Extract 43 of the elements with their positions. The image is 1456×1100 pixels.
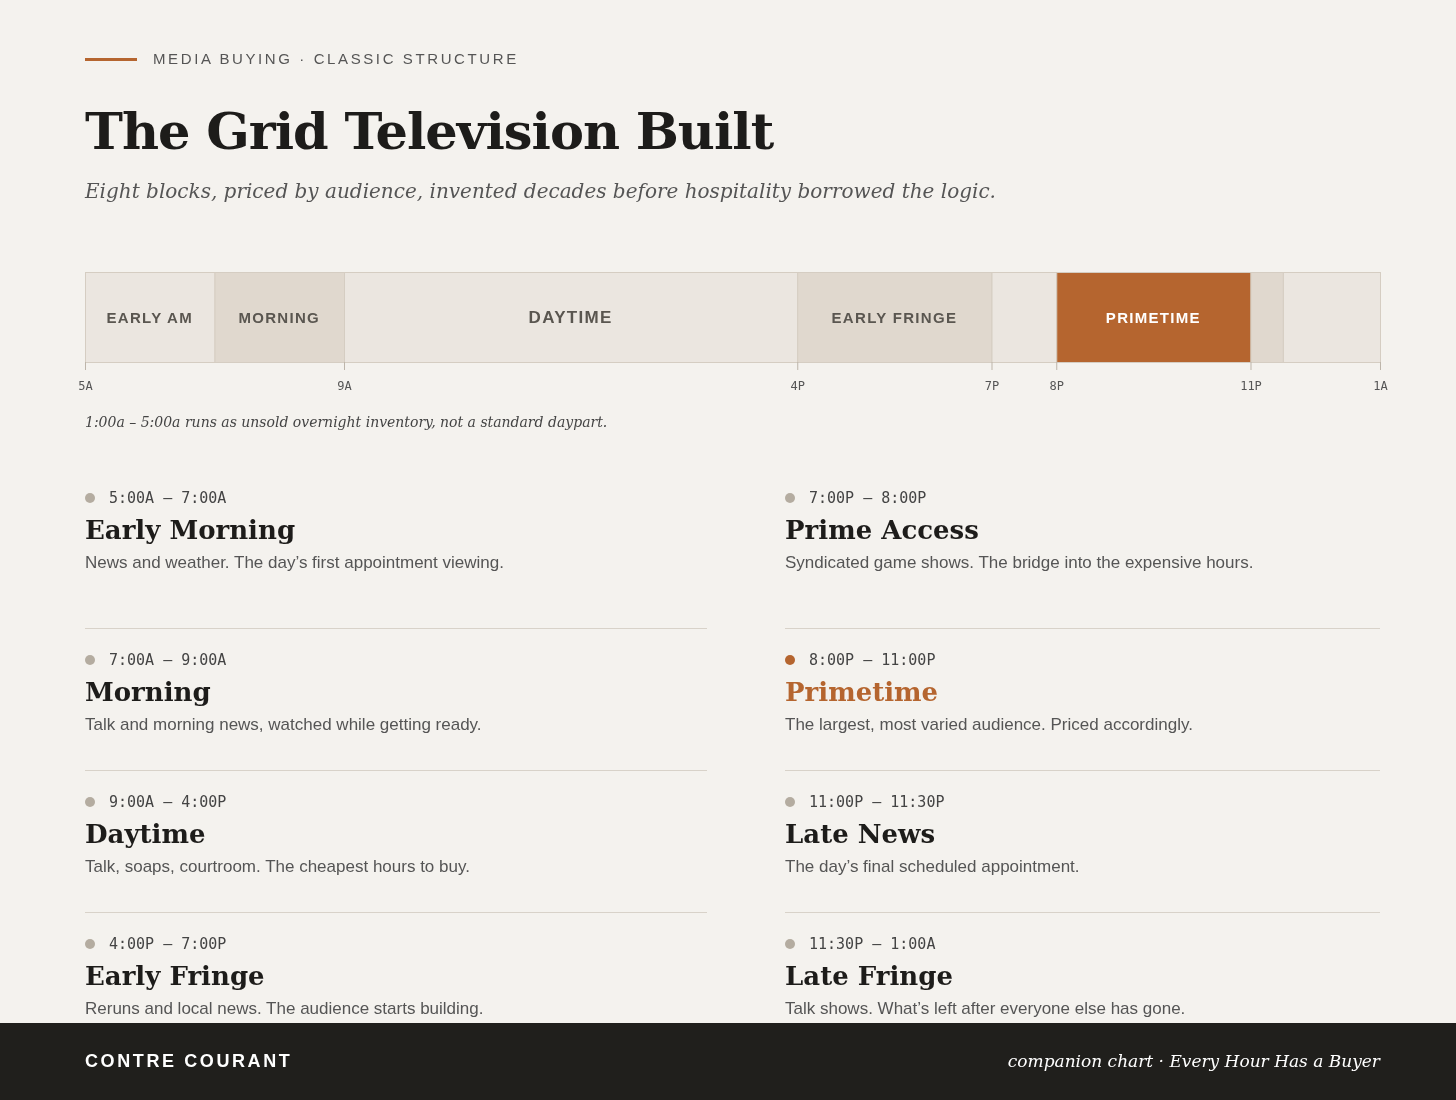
time-range: 11:30P – 1:00A [809,933,936,955]
daypart-description: Talk shows. What’s left after everyone else has gone. [785,998,1187,1021]
daypart-block-label: MORNING [238,308,321,326]
daypart-description: Reruns and local news. The audience starts building. [85,998,485,1021]
daypart-description: The largest, most varied audience. Priced accordingly. [785,714,1194,737]
daypart-title: Daytime [85,819,207,851]
daypart-title: Late Fringe [785,961,954,993]
axis-tick-label: 1A [1373,378,1388,393]
brand-name: CONTRE COURANT [85,1050,293,1073]
daypart-description: News and weather. The day’s first appointment viewing. [85,552,505,575]
daypart-description: Syndicated game shows. The bridge into the expensive hours. [785,552,1255,575]
page-title: The Grid Television Built [85,100,775,162]
time-range: 7:00P – 8:00P [809,487,927,509]
time-range: 5:00A – 7:00A [109,487,227,509]
axis-tick-label: 9A [337,378,352,393]
time-range: 9:00A – 4:00P [109,791,227,813]
daypart-title: Late News [785,819,937,851]
axis-tick-label: 8P [1049,378,1064,393]
axis-tick-label: 4P [790,378,805,393]
eyebrow-label: MEDIA BUYING · CLASSIC STRUCTURE [153,49,519,69]
time-range: 8:00P – 11:00P [809,649,936,671]
daypart-block-label: DAYTIME [528,307,613,327]
axis-tick-label: 7P [984,378,1000,393]
daypart-block-label: EARLY FRINGE [831,308,958,326]
daypart-description: Talk, soaps, courtroom. The cheapest hours to buy. [85,856,471,879]
daypart-title: Primetime [785,677,940,709]
daypart-title: Prime Access [785,515,980,547]
footer-tagline: companion chart · Every Hour Has a Buyer [1007,1049,1380,1073]
daypart-title: Morning [85,677,212,709]
time-range: 11:00P – 11:30P [809,791,945,813]
page-subtitle: Eight blocks, priced by audience, invented decades before hospitality borrowed the logic. [85,177,997,205]
axis-tick-label: 5A [78,378,93,393]
daypart-description: The day’s final scheduled appointment. [785,856,1081,879]
daypart-title: Early Fringe [85,961,266,993]
timeline-note: 1:00a – 5:00a runs as unsold overnight inventory, not a standard daypart. [85,412,609,432]
time-range: 7:00A – 9:00A [109,649,227,671]
time-range: 4:00P – 7:00P [109,933,227,955]
daypart-block-label: PRIMETIME [1105,308,1201,326]
accent-rule [85,57,137,61]
daypart-description: Talk and morning news, watched while getting ready. [85,714,483,737]
daypart-title: Early Morning [85,515,297,547]
axis-tick-label: 11P [1240,378,1262,393]
daypart-block-label: EARLY AM [106,308,193,326]
